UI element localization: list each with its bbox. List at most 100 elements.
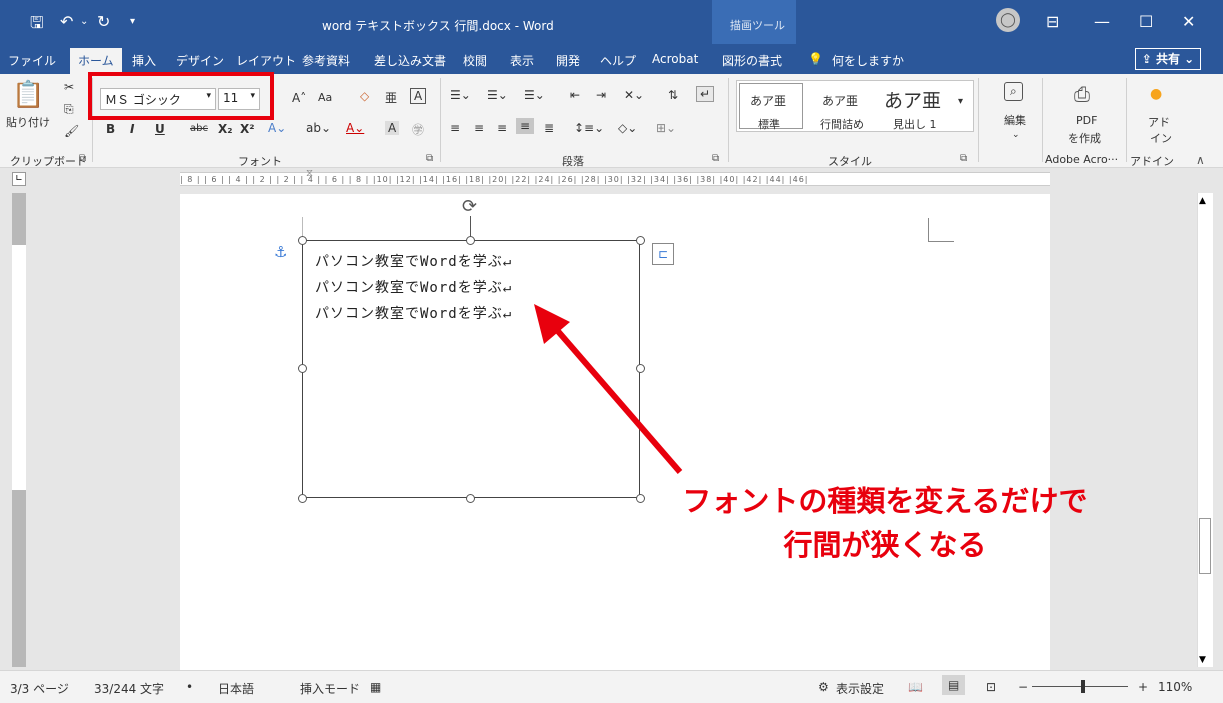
undo-dropdown-icon[interactable]: ⌄ <box>80 16 88 27</box>
distributed-icon[interactable]: ≣ <box>544 121 554 135</box>
tab-design[interactable]: デザイン <box>176 52 224 69</box>
pdf-create-line2[interactable]: を作成 <box>1068 130 1101 146</box>
maximize-icon[interactable]: ☐ <box>1139 12 1153 31</box>
scroll-down-icon[interactable]: ▼ <box>1199 655 1206 665</box>
bold-button[interactable]: B <box>106 122 115 136</box>
tab-selector[interactable]: ∟ <box>12 172 26 186</box>
zoom-level[interactable]: 110% <box>1158 680 1192 694</box>
zoom-in-icon[interactable]: + <box>1138 680 1148 694</box>
format-painter-icon[interactable]: 🖌 <box>64 124 79 138</box>
char-border-icon[interactable]: A <box>410 88 427 104</box>
scroll-up-icon[interactable]: ▲ <box>1199 196 1206 206</box>
textbox-line[interactable]: パソコン教室でWordを学ぶ↵ <box>315 251 512 271</box>
strikethrough-button[interactable]: abc <box>190 123 208 134</box>
font-color-icon[interactable]: A⌄ <box>346 121 364 135</box>
editing-label[interactable]: 編集 <box>1004 112 1026 128</box>
layout-options-icon[interactable]: ⊏ <box>652 243 674 265</box>
tab-references[interactable]: 参考資料 <box>302 52 350 69</box>
language[interactable]: 日本語 <box>218 680 254 697</box>
show-marks-icon[interactable]: ↵ <box>696 86 715 102</box>
decrease-indent-icon[interactable]: ⇤ <box>570 88 580 102</box>
share-button[interactable]: ⇪ 共有 ⌄ <box>1135 48 1201 70</box>
shading-icon[interactable]: ◇⌄ <box>618 121 637 135</box>
macro-record-icon[interactable]: ▦ <box>370 680 381 694</box>
justify-icon[interactable]: ≡ <box>516 118 535 134</box>
asian-layout-icon[interactable]: ✕⌄ <box>624 88 644 102</box>
font-launcher-icon[interactable]: ⧉ <box>426 153 433 164</box>
paragraph-launcher-icon[interactable]: ⧉ <box>712 153 719 164</box>
page-count[interactable]: 3/3 ページ <box>10 680 69 697</box>
zoom-out-icon[interactable]: − <box>1018 680 1028 694</box>
style-no-spacing-sample[interactable]: あア亜 <box>822 92 858 109</box>
tab-file[interactable]: ファイル <box>8 52 56 69</box>
resize-handle[interactable] <box>298 236 307 245</box>
align-right-icon[interactable]: ≡ <box>497 121 507 135</box>
tab-shape-format[interactable]: 図形の書式 <box>722 52 782 69</box>
text-effects-icon[interactable]: A⌄ <box>268 121 286 135</box>
cut-icon[interactable]: ✂ <box>64 80 74 94</box>
resize-handle[interactable] <box>466 494 475 503</box>
italic-button[interactable]: I <box>130 122 134 136</box>
highlight-color-icon[interactable]: ab⌄ <box>306 121 331 135</box>
pdf-create-line1[interactable]: PDF <box>1076 114 1097 127</box>
increase-indent-icon[interactable]: ⇥ <box>596 88 606 102</box>
sort-icon[interactable]: ⇅ <box>668 88 678 102</box>
tab-help[interactable]: ヘルプ <box>600 52 636 69</box>
read-mode-icon[interactable]: 📖 <box>908 680 923 694</box>
tab-review[interactable]: 校閲 <box>463 52 487 69</box>
subscript-icon[interactable]: X₂ <box>218 122 233 136</box>
web-layout-icon[interactable]: ⊡ <box>986 680 996 694</box>
bullets-icon[interactable]: ☰⌄ <box>450 88 471 102</box>
resize-handle[interactable] <box>636 236 645 245</box>
clipboard-launcher-icon[interactable]: ⧉ <box>79 153 86 164</box>
line-spacing-icon[interactable]: ↕≡⌄ <box>574 121 604 135</box>
customize-qat-icon[interactable]: ▾ <box>130 16 135 27</box>
scroll-thumb[interactable] <box>1199 518 1211 574</box>
close-icon[interactable]: ✕ <box>1182 12 1195 31</box>
grow-font-icon[interactable]: A˄ <box>292 91 306 105</box>
textbox-line[interactable]: パソコン教室でWordを学ぶ↵ <box>315 303 512 323</box>
chevron-down-icon[interactable]: ⌄ <box>1012 130 1020 140</box>
resize-handle[interactable] <box>298 364 307 373</box>
phonetic-guide-icon[interactable]: 亜 <box>385 89 397 106</box>
align-left-icon[interactable]: ≡ <box>450 121 460 135</box>
tab-acrobat[interactable]: Acrobat <box>652 52 698 66</box>
align-center-icon[interactable]: ≡ <box>474 121 484 135</box>
pdf-icon[interactable]: ⎙ <box>1074 82 1090 106</box>
display-settings[interactable]: 表示設定 <box>836 680 884 697</box>
tab-layout[interactable]: レイアウト <box>236 52 296 69</box>
resize-handle[interactable] <box>466 236 475 245</box>
paste-icon[interactable]: 📋 <box>12 80 44 110</box>
tab-insert[interactable]: 挿入 <box>132 52 156 69</box>
addin-line2[interactable]: イン <box>1150 130 1172 146</box>
paste-label[interactable]: 貼り付け <box>6 114 50 130</box>
numbering-icon[interactable]: ☰⌄ <box>487 88 508 102</box>
resize-handle[interactable] <box>298 494 307 503</box>
save-icon[interactable]: 🖫 <box>30 12 44 39</box>
account-avatar[interactable]: ◯ <box>996 8 1020 32</box>
rotate-handle-icon[interactable]: ⟳ <box>462 196 477 217</box>
word-count[interactable]: 33/244 文字 <box>94 680 164 697</box>
change-case-button[interactable]: Aa <box>318 91 332 104</box>
tab-home[interactable]: ホーム <box>70 48 122 75</box>
insert-mode[interactable]: 挿入モード <box>300 680 360 697</box>
underline-button[interactable]: U <box>155 122 165 136</box>
addin-icon[interactable]: ● <box>1150 86 1162 102</box>
search-icon[interactable]: ⌕ <box>1004 82 1023 101</box>
styles-more-icon[interactable]: ▾ <box>958 96 963 107</box>
styles-launcher-icon[interactable]: ⧉ <box>960 153 967 164</box>
style-heading1-sample[interactable]: あア亜 <box>884 86 941 113</box>
zoom-slider[interactable] <box>1032 686 1128 687</box>
redo-icon[interactable]: ↻ <box>97 12 110 31</box>
addin-line1[interactable]: アド <box>1148 114 1170 130</box>
clear-format-icon[interactable]: ◇ <box>360 89 369 103</box>
collapse-ribbon-icon[interactable]: ∧ <box>1196 153 1205 167</box>
tab-developer[interactable]: 開発 <box>556 52 580 69</box>
tab-mailings[interactable]: 差し込み文書 <box>374 52 446 69</box>
undo-icon[interactable]: ↶ <box>60 12 73 31</box>
copy-icon[interactable]: ⎘ <box>64 102 74 117</box>
print-layout-icon[interactable]: ▤ <box>942 675 966 695</box>
enclosed-char-icon[interactable]: ㊫ <box>412 121 424 138</box>
zoom-slider-thumb[interactable] <box>1081 680 1085 693</box>
multilevel-icon[interactable]: ☰⌄ <box>524 88 545 102</box>
